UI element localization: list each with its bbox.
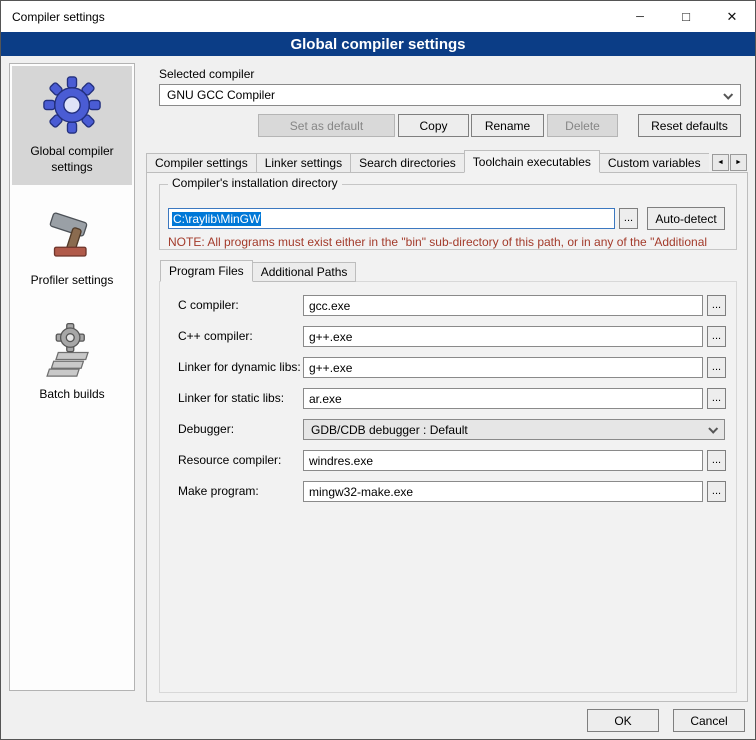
toolchain-executables-panel: Compiler's installation directory C:\ray… — [146, 172, 748, 702]
cpp-compiler-input[interactable] — [303, 326, 703, 347]
debugger-label: Debugger: — [178, 422, 234, 436]
window-title: Compiler settings — [1, 10, 105, 24]
c-compiler-input[interactable] — [303, 295, 703, 316]
tab-scroll-right-button[interactable]: ► — [730, 154, 747, 171]
chevron-down-icon — [708, 424, 718, 434]
debugger-value: GDB/CDB debugger : Default — [311, 423, 468, 437]
set-as-default-button: Set as default — [258, 114, 395, 137]
tab-toolchain-executables[interactable]: Toolchain executables — [464, 150, 600, 173]
c-compiler-browse-button[interactable]: ... — [707, 295, 726, 316]
field-row-linker-dynamic: Linker for dynamic libs: ... — [160, 357, 736, 378]
compiler-settings-window: Compiler settings ─ □ ✕ Global compiler … — [0, 0, 756, 740]
cpp-compiler-label: C++ compiler: — [178, 329, 253, 343]
field-row-make-program: Make program: ... — [160, 481, 736, 502]
resource-compiler-browse-button[interactable]: ... — [707, 450, 726, 471]
maximize-button[interactable]: □ — [663, 1, 709, 32]
profiler-tool-icon — [44, 207, 100, 266]
installation-directory-input[interactable]: C:\raylib\MinGW — [168, 208, 615, 229]
resource-compiler-label: Resource compiler: — [178, 453, 281, 467]
program-files-tab-strip: Program Files Additional Paths — [160, 260, 355, 282]
tab-program-files[interactable]: Program Files — [160, 260, 253, 282]
program-files-page: C compiler: ... C++ compiler: ... Linker… — [159, 281, 737, 693]
reset-defaults-button[interactable]: Reset defaults — [638, 114, 741, 137]
installation-note: NOTE: All programs must exist either in … — [168, 235, 720, 249]
installation-directory-browse-button[interactable]: ... — [619, 208, 638, 229]
tab-linker-settings[interactable]: Linker settings — [256, 153, 351, 173]
dialog-header: Global compiler settings — [1, 32, 755, 56]
window-controls: ─ □ ✕ — [617, 1, 755, 32]
ok-button[interactable]: OK — [587, 709, 659, 732]
selected-compiler-combobox[interactable]: GNU GCC Compiler — [159, 84, 741, 106]
linker-dynamic-label: Linker for dynamic libs: — [178, 360, 301, 374]
field-row-debugger: Debugger: GDB/CDB debugger : Default — [160, 419, 736, 440]
sidebar-item-batch-builds[interactable]: Batch builds — [12, 311, 132, 413]
chevron-down-icon — [723, 90, 733, 100]
tab-scroll-left-button[interactable]: ◄ — [712, 154, 729, 171]
selected-compiler-value: GNU GCC Compiler — [167, 88, 275, 102]
installation-directory-value: C:\raylib\MinGW — [172, 212, 261, 226]
gear-blue-icon — [43, 76, 101, 137]
settings-tab-strip: Compiler settings Linker settings Search… — [146, 150, 709, 173]
make-program-browse-button[interactable]: ... — [707, 481, 726, 502]
titlebar: Compiler settings ─ □ ✕ — [1, 1, 755, 32]
installation-directory-legend: Compiler's installation directory — [168, 176, 342, 190]
c-compiler-label: C compiler: — [178, 298, 239, 312]
tab-search-directories[interactable]: Search directories — [350, 153, 465, 173]
copy-button[interactable]: Copy — [398, 114, 469, 137]
make-program-input[interactable] — [303, 481, 703, 502]
minimize-button[interactable]: ─ — [617, 1, 663, 32]
linker-dynamic-browse-button[interactable]: ... — [707, 357, 726, 378]
cpp-compiler-browse-button[interactable]: ... — [707, 326, 726, 347]
make-program-label: Make program: — [178, 484, 259, 498]
auto-detect-button[interactable]: Auto-detect — [647, 207, 725, 230]
linker-static-browse-button[interactable]: ... — [707, 388, 726, 409]
sidebar-item-global-compiler-settings[interactable]: Global compiler settings — [12, 66, 132, 185]
field-row-c-compiler: C compiler: ... — [160, 295, 736, 316]
sidebar-item-label: Profiler settings — [31, 273, 114, 289]
linker-dynamic-input[interactable] — [303, 357, 703, 378]
tab-compiler-settings[interactable]: Compiler settings — [146, 153, 257, 173]
sidebar-item-label: Global compiler settings — [14, 144, 130, 175]
cancel-button[interactable]: Cancel — [673, 709, 745, 732]
debugger-combobox[interactable]: GDB/CDB debugger : Default — [303, 419, 725, 440]
tab-additional-paths[interactable]: Additional Paths — [252, 262, 357, 282]
delete-button: Delete — [547, 114, 618, 137]
rename-button[interactable]: Rename — [471, 114, 544, 137]
field-row-linker-static: Linker for static libs: ... — [160, 388, 736, 409]
field-row-resource-compiler: Resource compiler: ... — [160, 450, 736, 471]
category-sidebar: Global compiler settings Profiler settin… — [9, 63, 135, 691]
sidebar-item-label: Batch builds — [39, 387, 104, 403]
field-row-cpp-compiler: C++ compiler: ... — [160, 326, 736, 347]
batch-gear-icon — [44, 321, 100, 380]
tab-custom-variables[interactable]: Custom variables — [599, 153, 709, 173]
sidebar-item-profiler-settings[interactable]: Profiler settings — [12, 197, 132, 299]
linker-static-input[interactable] — [303, 388, 703, 409]
close-button[interactable]: ✕ — [709, 1, 755, 32]
selected-compiler-label: Selected compiler — [159, 67, 254, 81]
resource-compiler-input[interactable] — [303, 450, 703, 471]
linker-static-label: Linker for static libs: — [178, 391, 284, 405]
